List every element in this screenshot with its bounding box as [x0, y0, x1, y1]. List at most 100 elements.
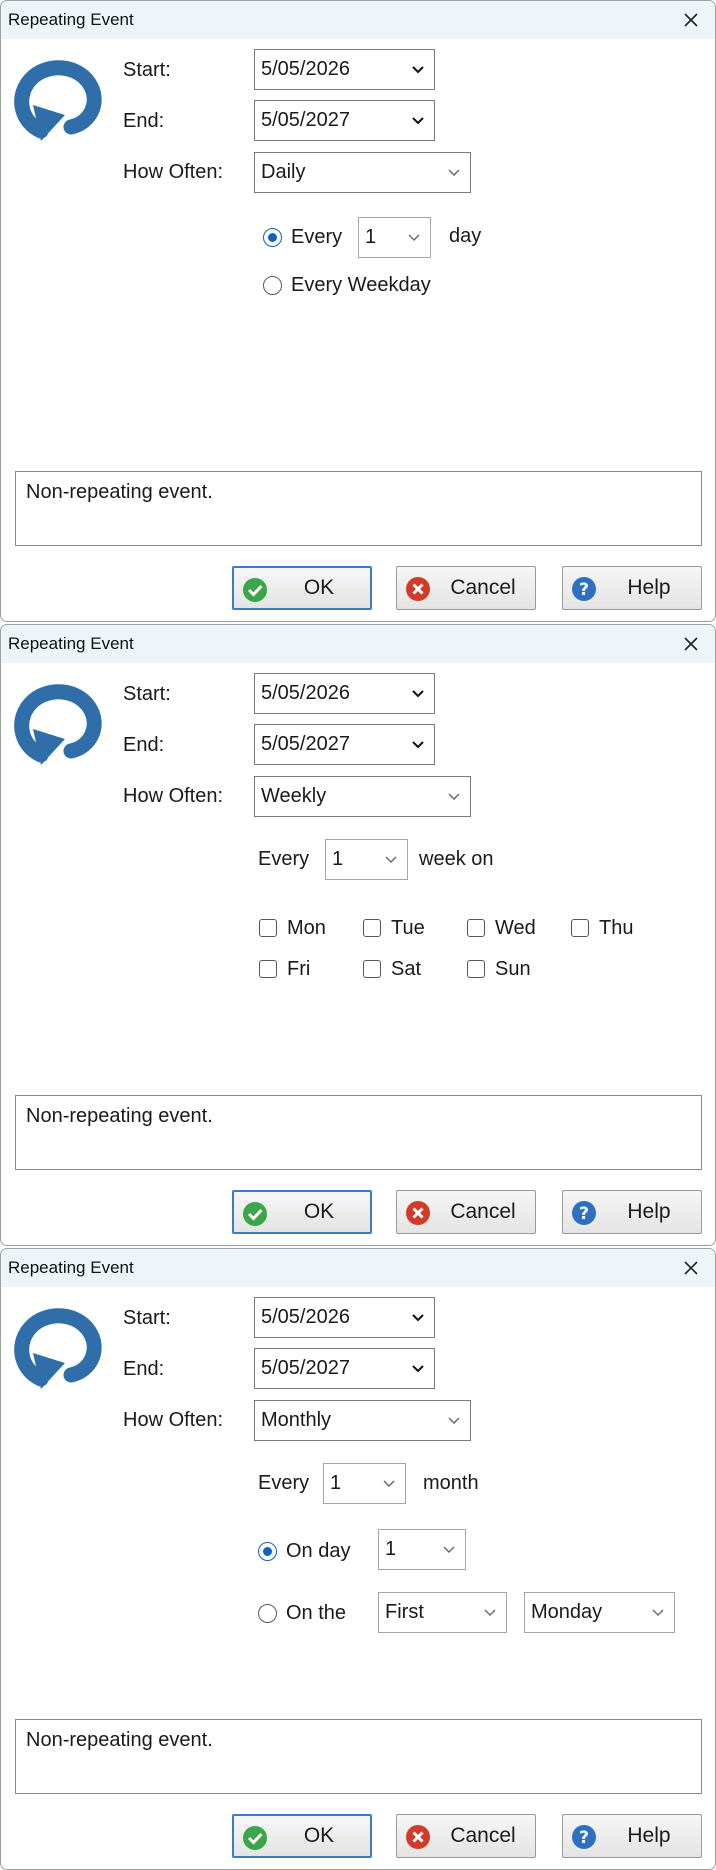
on-the-radio[interactable]: On the	[258, 1600, 346, 1626]
help-button-label: Help	[627, 1200, 671, 1223]
day-label-sat: Sat	[391, 957, 422, 980]
help-icon: ?	[572, 1201, 596, 1225]
close-button[interactable]	[673, 3, 709, 37]
screenshot-stage: Repeating Event Start: 5/05/2026 End: 5/…	[0, 0, 716, 1870]
day-label-mon: Mon	[287, 916, 326, 939]
chevron-down-icon	[443, 1546, 455, 1553]
help-button[interactable]: ? Help	[562, 1814, 702, 1858]
every-weekday-radio-indicator[interactable]	[263, 275, 282, 295]
day-label-thu: Thu	[599, 916, 634, 939]
every-interval-select[interactable]: 1	[323, 1463, 406, 1504]
end-label: End:	[123, 110, 165, 132]
help-button-label: Help	[627, 1824, 671, 1847]
cancel-button[interactable]: Cancel	[396, 566, 536, 610]
chevron-down-icon	[448, 169, 460, 176]
summary-text: Non-repeating event.	[26, 1105, 213, 1127]
repeat-icon	[14, 60, 102, 141]
how-often-value: Daily	[261, 161, 306, 183]
start-date-value: 5/05/2026	[261, 682, 350, 704]
day-checkbox-sun[interactable]: Sun	[467, 956, 531, 982]
help-button-label: Help	[627, 576, 671, 599]
ok-button-label: OK	[303, 576, 335, 599]
repeat-icon	[14, 1308, 102, 1389]
every-weekday-radio[interactable]: Every Weekday	[263, 272, 431, 298]
on-day-select[interactable]: 1	[378, 1529, 466, 1570]
day-label-wed: Wed	[495, 916, 536, 939]
how-often-select[interactable]: Monthly	[254, 1400, 471, 1441]
checkbox-sun[interactable]	[467, 960, 485, 978]
summary-text: Non-repeating event.	[26, 1729, 213, 1751]
end-date-picker[interactable]: 5/05/2027	[254, 100, 435, 141]
end-date-picker[interactable]: 5/05/2027	[254, 1348, 435, 1389]
checkmark-icon	[243, 1202, 267, 1226]
checkbox-fri[interactable]	[259, 960, 277, 978]
checkbox-tue[interactable]	[363, 919, 381, 937]
end-label: End:	[123, 734, 165, 756]
how-often-value: Monthly	[261, 1409, 332, 1431]
chevron-down-icon	[408, 234, 420, 241]
checkbox-thu[interactable]	[571, 919, 589, 937]
end-date-picker[interactable]: 5/05/2027	[254, 724, 435, 765]
day-checkbox-fri[interactable]: Fri	[259, 956, 310, 982]
ok-button-label: OK	[303, 1200, 335, 1223]
day-checkbox-sat[interactable]: Sat	[363, 956, 421, 982]
start-date-picker[interactable]: 5/05/2026	[254, 49, 435, 90]
every-weekday-label: Every Weekday	[291, 273, 431, 296]
how-often-select[interactable]: Daily	[254, 152, 471, 193]
checkmark-icon	[243, 578, 267, 602]
day-label-tue: Tue	[391, 916, 425, 939]
summary-text-box: Non-repeating event.	[15, 1719, 702, 1794]
cancel-button[interactable]: Cancel	[396, 1190, 536, 1234]
help-button[interactable]: ? Help	[562, 1190, 702, 1234]
every-unit-label: day	[449, 225, 482, 247]
on-the-radio-indicator[interactable]	[258, 1603, 277, 1623]
checkbox-mon[interactable]	[259, 919, 277, 937]
day-checkbox-thu[interactable]: Thu	[571, 915, 633, 941]
every-interval-value: 1	[332, 848, 344, 870]
on-the-ordinal-select[interactable]: First	[378, 1592, 507, 1633]
every-label: Every	[258, 1472, 310, 1494]
day-label-fri: Fri	[287, 957, 311, 980]
close-button[interactable]	[673, 627, 709, 661]
close-button[interactable]	[673, 1251, 709, 1285]
repeating-event-dialog-monthly: Repeating Event Start: 5/05/2026 End: 5/…	[0, 1248, 716, 1870]
close-icon	[684, 637, 698, 651]
day-checkbox-tue[interactable]: Tue	[363, 915, 425, 941]
every-radio-label: Every	[291, 225, 343, 248]
every-radio-indicator[interactable]	[263, 227, 282, 247]
cancel-button-label: Cancel	[450, 1824, 516, 1847]
how-often-select[interactable]: Weekly	[254, 776, 471, 817]
every-interval-value: 1	[365, 226, 377, 248]
summary-text-box: Non-repeating event.	[15, 471, 702, 546]
day-checkbox-wed[interactable]: Wed	[467, 915, 536, 941]
ok-button[interactable]: OK	[232, 566, 372, 610]
every-radio[interactable]: Every	[263, 224, 342, 250]
help-icon: ?	[572, 1825, 596, 1849]
chevron-down-icon	[385, 856, 397, 863]
ok-button[interactable]: OK	[232, 1814, 372, 1858]
start-date-picker[interactable]: 5/05/2026	[254, 673, 435, 714]
title-bar: Repeating Event	[1, 1, 715, 39]
start-date-picker[interactable]: 5/05/2026	[254, 1297, 435, 1338]
ok-button[interactable]: OK	[232, 1190, 372, 1234]
checkbox-wed[interactable]	[467, 919, 485, 937]
on-day-radio-indicator[interactable]	[258, 1541, 277, 1561]
how-often-label: How Often:	[123, 1409, 224, 1431]
checkmark-icon	[243, 1826, 267, 1850]
help-button[interactable]: ? Help	[562, 566, 702, 610]
day-checkbox-mon[interactable]: Mon	[259, 915, 326, 941]
on-day-label: On day	[286, 1539, 351, 1562]
start-date-value: 5/05/2026	[261, 1306, 350, 1328]
chevron-down-icon	[484, 1609, 496, 1616]
every-interval-select[interactable]: 1	[358, 217, 431, 258]
title-bar: Repeating Event	[1, 625, 715, 663]
chevron-down-icon	[448, 793, 460, 800]
cancel-button[interactable]: Cancel	[396, 1814, 536, 1858]
checkbox-sat[interactable]	[363, 960, 381, 978]
every-interval-value: 1	[330, 1472, 342, 1494]
svg-text:?: ?	[579, 1828, 589, 1848]
every-label: Every	[258, 848, 310, 870]
on-day-radio[interactable]: On day	[258, 1538, 350, 1564]
on-the-weekday-select[interactable]: Monday	[524, 1592, 675, 1633]
every-interval-select[interactable]: 1	[325, 839, 408, 880]
